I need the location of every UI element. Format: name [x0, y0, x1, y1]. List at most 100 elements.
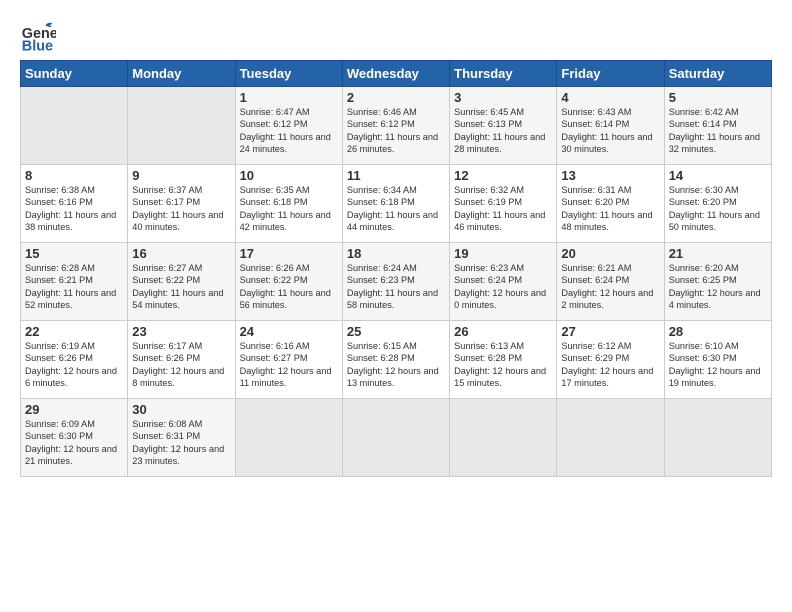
cell-info: Sunrise: 6:35 AMSunset: 6:18 PMDaylight:… — [240, 185, 331, 232]
cell-info: Sunrise: 6:46 AMSunset: 6:12 PMDaylight:… — [347, 107, 438, 154]
calendar-cell: 18 Sunrise: 6:24 AMSunset: 6:23 PMDayligh… — [342, 243, 449, 321]
day-number: 19 — [454, 246, 552, 261]
day-number: 23 — [132, 324, 230, 339]
calendar-cell: 29Sunrise: 6:09 AMSunset: 6:30 PMDayligh… — [21, 399, 128, 477]
calendar-cell: 15 Sunrise: 6:28 AMSunset: 6:21 PMDayligh… — [21, 243, 128, 321]
cell-info: Sunrise: 6:13 AMSunset: 6:28 PMDaylight:… — [454, 341, 546, 388]
calendar-cell: 13 Sunrise: 6:31 AMSunset: 6:20 PMDayligh… — [557, 165, 664, 243]
cell-info: Sunrise: 6:45 AMSunset: 6:13 PMDaylight:… — [454, 107, 545, 154]
cell-info: Sunrise: 6:10 AMSunset: 6:30 PMDaylight:… — [669, 341, 761, 388]
calendar-cell: 22 Sunrise: 6:19 AMSunset: 6:26 PMDayligh… — [21, 321, 128, 399]
calendar-cell — [235, 399, 342, 477]
cell-info: Sunrise: 6:19 AMSunset: 6:26 PMDaylight:… — [25, 341, 117, 388]
cell-info: Sunrise: 6:16 AMSunset: 6:27 PMDaylight:… — [240, 341, 332, 388]
day-number: 14 — [669, 168, 767, 183]
calendar-cell: 20 Sunrise: 6:21 AMSunset: 6:24 PMDayligh… — [557, 243, 664, 321]
cell-info: Sunrise: 6:17 AMSunset: 6:26 PMDaylight:… — [132, 341, 224, 388]
day-number: 2 — [347, 90, 445, 105]
col-header-thursday: Thursday — [450, 61, 557, 87]
calendar-cell: 30 Sunrise: 6:08 AMSunset: 6:31 PMDayligh… — [128, 399, 235, 477]
calendar-cell — [664, 399, 771, 477]
calendar-cell: 27 Sunrise: 6:12 AMSunset: 6:29 PMDayligh… — [557, 321, 664, 399]
day-number: 15 — [25, 246, 123, 261]
day-number: 16 — [132, 246, 230, 261]
cell-info: Sunrise: 6:42 AMSunset: 6:14 PMDaylight:… — [669, 107, 760, 154]
calendar-cell: 14 Sunrise: 6:30 AMSunset: 6:20 PMDayligh… — [664, 165, 771, 243]
day-number: 21 — [669, 246, 767, 261]
day-number: 1 — [240, 90, 338, 105]
col-header-monday: Monday — [128, 61, 235, 87]
cell-info: Sunrise: 6:20 AMSunset: 6:25 PMDaylight:… — [669, 263, 761, 310]
day-number: 3 — [454, 90, 552, 105]
logo: General Blue — [20, 18, 58, 54]
day-number: 20 — [561, 246, 659, 261]
day-number: 18 — [347, 246, 445, 261]
calendar-cell: 8 Sunrise: 6:38 AMSunset: 6:16 PMDaylight… — [21, 165, 128, 243]
calendar-cell: 2 Sunrise: 6:46 AMSunset: 6:12 PMDaylight… — [342, 87, 449, 165]
calendar-cell: 10Sunrise: 6:35 AMSunset: 6:18 PMDayligh… — [235, 165, 342, 243]
col-header-sunday: Sunday — [21, 61, 128, 87]
calendar-cell — [342, 399, 449, 477]
calendar-cell: 23 Sunrise: 6:17 AMSunset: 6:26 PMDayligh… — [128, 321, 235, 399]
cell-info: Sunrise: 6:12 AMSunset: 6:29 PMDaylight:… — [561, 341, 653, 388]
cell-info: Sunrise: 6:28 AMSunset: 6:21 PMDaylight:… — [25, 263, 116, 310]
calendar-cell: 28 Sunrise: 6:10 AMSunset: 6:30 PMDayligh… — [664, 321, 771, 399]
col-header-tuesday: Tuesday — [235, 61, 342, 87]
cell-info: Sunrise: 6:08 AMSunset: 6:31 PMDaylight:… — [132, 419, 224, 466]
cell-info: Sunrise: 6:38 AMSunset: 6:16 PMDaylight:… — [25, 185, 116, 232]
day-number: 30 — [132, 402, 230, 417]
calendar-cell: 25 Sunrise: 6:15 AMSunset: 6:28 PMDayligh… — [342, 321, 449, 399]
logo-icon: General Blue — [20, 18, 56, 54]
calendar-cell: 17 Sunrise: 6:26 AMSunset: 6:22 PMDayligh… — [235, 243, 342, 321]
calendar-cell: 9 Sunrise: 6:37 AMSunset: 6:17 PMDaylight… — [128, 165, 235, 243]
cell-info: Sunrise: 6:47 AMSunset: 6:12 PMDaylight:… — [240, 107, 331, 154]
day-number: 8 — [25, 168, 123, 183]
day-number: 11 — [347, 168, 445, 183]
col-header-wednesday: Wednesday — [342, 61, 449, 87]
cell-info: Sunrise: 6:24 AMSunset: 6:23 PMDaylight:… — [347, 263, 438, 310]
cell-info: Sunrise: 6:37 AMSunset: 6:17 PMDaylight:… — [132, 185, 223, 232]
cell-info: Sunrise: 6:32 AMSunset: 6:19 PMDaylight:… — [454, 185, 545, 232]
calendar-cell: 16 Sunrise: 6:27 AMSunset: 6:22 PMDayligh… — [128, 243, 235, 321]
svg-text:Blue: Blue — [22, 38, 53, 54]
cell-info: Sunrise: 6:30 AMSunset: 6:20 PMDaylight:… — [669, 185, 760, 232]
day-number: 27 — [561, 324, 659, 339]
calendar-table: SundayMondayTuesdayWednesdayThursdayFrid… — [20, 60, 772, 477]
calendar-cell: 3 Sunrise: 6:45 AMSunset: 6:13 PMDaylight… — [450, 87, 557, 165]
calendar-cell — [128, 87, 235, 165]
cell-info: Sunrise: 6:26 AMSunset: 6:22 PMDaylight:… — [240, 263, 331, 310]
cell-info: Sunrise: 6:23 AMSunset: 6:24 PMDaylight:… — [454, 263, 546, 310]
day-number: 28 — [669, 324, 767, 339]
day-number: 9 — [132, 168, 230, 183]
day-number: 24 — [240, 324, 338, 339]
day-number: 4 — [561, 90, 659, 105]
cell-info: Sunrise: 6:31 AMSunset: 6:20 PMDaylight:… — [561, 185, 652, 232]
col-header-saturday: Saturday — [664, 61, 771, 87]
cell-info: Sunrise: 6:15 AMSunset: 6:28 PMDaylight:… — [347, 341, 439, 388]
day-number: 13 — [561, 168, 659, 183]
cell-info: Sunrise: 6:21 AMSunset: 6:24 PMDaylight:… — [561, 263, 653, 310]
calendar-cell: 26 Sunrise: 6:13 AMSunset: 6:28 PMDayligh… — [450, 321, 557, 399]
calendar-cell — [21, 87, 128, 165]
calendar-cell: 1 Sunrise: 6:47 AMSunset: 6:12 PMDaylight… — [235, 87, 342, 165]
day-number: 29 — [25, 402, 123, 417]
cell-info: Sunrise: 6:43 AMSunset: 6:14 PMDaylight:… — [561, 107, 652, 154]
calendar-cell: 5 Sunrise: 6:42 AMSunset: 6:14 PMDaylight… — [664, 87, 771, 165]
day-number: 26 — [454, 324, 552, 339]
cell-info: Sunrise: 6:34 AMSunset: 6:18 PMDaylight:… — [347, 185, 438, 232]
day-number: 22 — [25, 324, 123, 339]
day-number: 17 — [240, 246, 338, 261]
calendar-cell: 11 Sunrise: 6:34 AMSunset: 6:18 PMDayligh… — [342, 165, 449, 243]
col-header-friday: Friday — [557, 61, 664, 87]
calendar-cell: 12 Sunrise: 6:32 AMSunset: 6:19 PMDayligh… — [450, 165, 557, 243]
day-number: 25 — [347, 324, 445, 339]
calendar-cell: 19 Sunrise: 6:23 AMSunset: 6:24 PMDayligh… — [450, 243, 557, 321]
cell-info: Sunrise: 6:27 AMSunset: 6:22 PMDaylight:… — [132, 263, 223, 310]
calendar-cell: 21 Sunrise: 6:20 AMSunset: 6:25 PMDayligh… — [664, 243, 771, 321]
calendar-cell: 4 Sunrise: 6:43 AMSunset: 6:14 PMDaylight… — [557, 87, 664, 165]
calendar-cell — [557, 399, 664, 477]
day-number: 12 — [454, 168, 552, 183]
day-number: 5 — [669, 90, 767, 105]
calendar-cell: 24 Sunrise: 6:16 AMSunset: 6:27 PMDayligh… — [235, 321, 342, 399]
calendar-cell — [450, 399, 557, 477]
